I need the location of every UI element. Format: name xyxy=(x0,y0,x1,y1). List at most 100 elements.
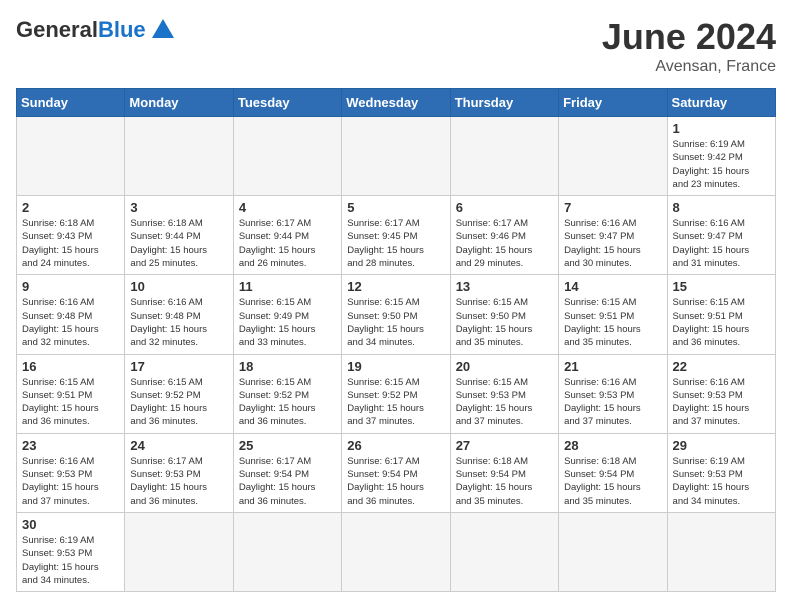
day-info: Sunrise: 6:17 AM Sunset: 9:54 PM Dayligh… xyxy=(347,455,444,508)
day-number: 15 xyxy=(673,279,770,294)
header-thursday: Thursday xyxy=(450,89,558,117)
calendar-cell: 15 Sunrise: 6:15 AM Sunset: 9:51 PM Dayli… xyxy=(667,275,775,354)
calendar-cell: 9 Sunrise: 6:16 AM Sunset: 9:48 PM Daylig… xyxy=(17,275,125,354)
calendar-cell: 26 Sunrise: 6:17 AM Sunset: 9:54 PM Dayli… xyxy=(342,433,450,512)
header-sunday: Sunday xyxy=(17,89,125,117)
calendar-cell: 11 Sunrise: 6:15 AM Sunset: 9:49 PM Dayli… xyxy=(233,275,341,354)
calendar-row: 9 Sunrise: 6:16 AM Sunset: 9:48 PM Daylig… xyxy=(17,275,776,354)
calendar-cell: 12 Sunrise: 6:15 AM Sunset: 9:50 PM Dayli… xyxy=(342,275,450,354)
calendar-row: 2Sunrise: 6:18 AM Sunset: 9:43 PM Daylig… xyxy=(17,196,776,275)
logo: GeneralBlue xyxy=(16,16,174,45)
calendar-cell xyxy=(559,512,667,591)
calendar-cell: 23 Sunrise: 6:16 AM Sunset: 9:53 PM Dayli… xyxy=(17,433,125,512)
day-info: Sunrise: 6:15 AM Sunset: 9:50 PM Dayligh… xyxy=(347,296,444,349)
calendar-cell: 16 Sunrise: 6:15 AM Sunset: 9:51 PM Dayli… xyxy=(17,354,125,433)
header-wednesday: Wednesday xyxy=(342,89,450,117)
day-number: 27 xyxy=(456,438,553,453)
calendar-cell xyxy=(233,512,341,591)
calendar-cell: 25 Sunrise: 6:17 AM Sunset: 9:54 PM Dayli… xyxy=(233,433,341,512)
day-number: 24 xyxy=(130,438,227,453)
day-number: 21 xyxy=(564,359,661,374)
calendar-row: 16 Sunrise: 6:15 AM Sunset: 9:51 PM Dayli… xyxy=(17,354,776,433)
day-number: 4 xyxy=(239,200,336,215)
day-info: Sunrise: 6:15 AM Sunset: 9:52 PM Dayligh… xyxy=(347,376,444,429)
calendar-title-block: June 2024 Avensan, France xyxy=(602,16,776,76)
calendar-cell: 8 Sunrise: 6:16 AM Sunset: 9:47 PM Daylig… xyxy=(667,196,775,275)
calendar-cell: 3 Sunrise: 6:18 AM Sunset: 9:44 PM Daylig… xyxy=(125,196,233,275)
day-info: Sunrise: 6:16 AM Sunset: 9:53 PM Dayligh… xyxy=(564,376,661,429)
calendar-cell: 13 Sunrise: 6:15 AM Sunset: 9:50 PM Dayli… xyxy=(450,275,558,354)
day-info: Sunrise: 6:18 AM Sunset: 9:54 PM Dayligh… xyxy=(564,455,661,508)
day-info: Sunrise: 6:16 AM Sunset: 9:53 PM Dayligh… xyxy=(22,455,119,508)
day-info: Sunrise: 6:18 AM Sunset: 9:54 PM Dayligh… xyxy=(456,455,553,508)
day-info: Sunrise: 6:15 AM Sunset: 9:51 PM Dayligh… xyxy=(673,296,770,349)
calendar-cell xyxy=(342,117,450,196)
calendar-table: Sunday Monday Tuesday Wednesday Thursday… xyxy=(16,88,776,592)
calendar-cell xyxy=(17,117,125,196)
day-number: 25 xyxy=(239,438,336,453)
day-number: 8 xyxy=(673,200,770,215)
day-number: 14 xyxy=(564,279,661,294)
calendar-cell xyxy=(559,117,667,196)
day-info: Sunrise: 6:16 AM Sunset: 9:48 PM Dayligh… xyxy=(22,296,119,349)
day-number: 2 xyxy=(22,200,119,215)
day-number: 23 xyxy=(22,438,119,453)
calendar-row: 23 Sunrise: 6:16 AM Sunset: 9:53 PM Dayli… xyxy=(17,433,776,512)
calendar-cell: 14 Sunrise: 6:15 AM Sunset: 9:51 PM Dayli… xyxy=(559,275,667,354)
day-number: 11 xyxy=(239,279,336,294)
calendar-subtitle: Avensan, France xyxy=(602,58,776,76)
day-info: Sunrise: 6:15 AM Sunset: 9:51 PM Dayligh… xyxy=(564,296,661,349)
calendar-cell: 28 Sunrise: 6:18 AM Sunset: 9:54 PM Dayli… xyxy=(559,433,667,512)
day-number: 6 xyxy=(456,200,553,215)
logo-icon xyxy=(152,18,174,40)
calendar-cell: 1Sunrise: 6:19 AM Sunset: 9:42 PM Daylig… xyxy=(667,117,775,196)
weekday-header-row: Sunday Monday Tuesday Wednesday Thursday… xyxy=(17,89,776,117)
calendar-row: 30Sunrise: 6:19 AM Sunset: 9:53 PM Dayli… xyxy=(17,512,776,591)
calendar-cell: 5Sunrise: 6:17 AM Sunset: 9:45 PM Daylig… xyxy=(342,196,450,275)
day-info: Sunrise: 6:17 AM Sunset: 9:54 PM Dayligh… xyxy=(239,455,336,508)
day-number: 9 xyxy=(22,279,119,294)
day-info: Sunrise: 6:18 AM Sunset: 9:44 PM Dayligh… xyxy=(130,217,227,270)
day-number: 13 xyxy=(456,279,553,294)
day-number: 20 xyxy=(456,359,553,374)
calendar-cell: 10 Sunrise: 6:16 AM Sunset: 9:48 PM Dayli… xyxy=(125,275,233,354)
day-info: Sunrise: 6:15 AM Sunset: 9:49 PM Dayligh… xyxy=(239,296,336,349)
day-info: Sunrise: 6:17 AM Sunset: 9:44 PM Dayligh… xyxy=(239,217,336,270)
day-number: 3 xyxy=(130,200,227,215)
header-tuesday: Tuesday xyxy=(233,89,341,117)
calendar-cell xyxy=(450,117,558,196)
day-info: Sunrise: 6:17 AM Sunset: 9:46 PM Dayligh… xyxy=(456,217,553,270)
calendar-cell xyxy=(233,117,341,196)
day-number: 10 xyxy=(130,279,227,294)
day-number: 1 xyxy=(673,121,770,136)
day-number: 26 xyxy=(347,438,444,453)
day-number: 30 xyxy=(22,517,119,532)
calendar-cell xyxy=(125,512,233,591)
calendar-cell: 4 Sunrise: 6:17 AM Sunset: 9:44 PM Daylig… xyxy=(233,196,341,275)
day-info: Sunrise: 6:16 AM Sunset: 9:47 PM Dayligh… xyxy=(564,217,661,270)
calendar-cell: 22Sunrise: 6:16 AM Sunset: 9:53 PM Dayli… xyxy=(667,354,775,433)
day-info: Sunrise: 6:17 AM Sunset: 9:45 PM Dayligh… xyxy=(347,217,444,270)
calendar-cell: 21 Sunrise: 6:16 AM Sunset: 9:53 PM Dayli… xyxy=(559,354,667,433)
calendar-cell xyxy=(342,512,450,591)
page-header: GeneralBlue June 2024 Avensan, France xyxy=(16,16,776,76)
day-info: Sunrise: 6:15 AM Sunset: 9:52 PM Dayligh… xyxy=(239,376,336,429)
day-number: 12 xyxy=(347,279,444,294)
calendar-cell: 6 Sunrise: 6:17 AM Sunset: 9:46 PM Daylig… xyxy=(450,196,558,275)
calendar-cell xyxy=(450,512,558,591)
day-info: Sunrise: 6:16 AM Sunset: 9:47 PM Dayligh… xyxy=(673,217,770,270)
calendar-cell: 7Sunrise: 6:16 AM Sunset: 9:47 PM Daylig… xyxy=(559,196,667,275)
header-saturday: Saturday xyxy=(667,89,775,117)
calendar-cell: 29Sunrise: 6:19 AM Sunset: 9:53 PM Dayli… xyxy=(667,433,775,512)
logo-text: GeneralBlue xyxy=(16,18,146,42)
day-number: 28 xyxy=(564,438,661,453)
day-info: Sunrise: 6:19 AM Sunset: 9:53 PM Dayligh… xyxy=(673,455,770,508)
day-info: Sunrise: 6:15 AM Sunset: 9:53 PM Dayligh… xyxy=(456,376,553,429)
calendar-row: 1Sunrise: 6:19 AM Sunset: 9:42 PM Daylig… xyxy=(17,117,776,196)
day-info: Sunrise: 6:15 AM Sunset: 9:50 PM Dayligh… xyxy=(456,296,553,349)
day-number: 16 xyxy=(22,359,119,374)
day-info: Sunrise: 6:15 AM Sunset: 9:51 PM Dayligh… xyxy=(22,376,119,429)
day-info: Sunrise: 6:16 AM Sunset: 9:48 PM Dayligh… xyxy=(130,296,227,349)
calendar-cell: 20 Sunrise: 6:15 AM Sunset: 9:53 PM Dayli… xyxy=(450,354,558,433)
calendar-cell: 18Sunrise: 6:15 AM Sunset: 9:52 PM Dayli… xyxy=(233,354,341,433)
